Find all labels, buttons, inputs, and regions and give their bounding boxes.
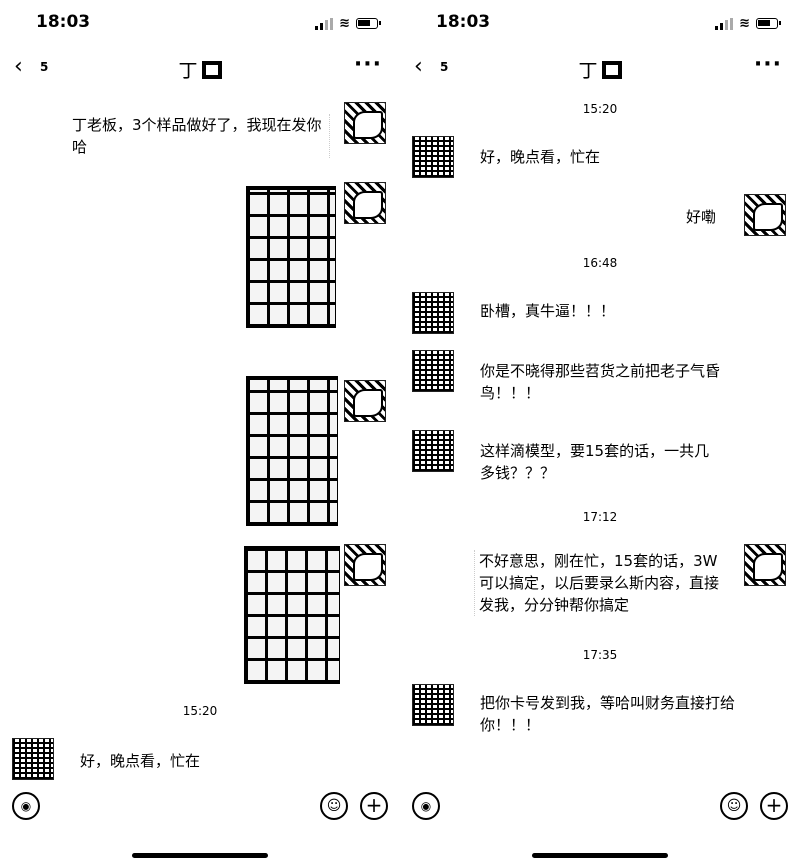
emoji-button[interactable]: ☺ xyxy=(720,792,748,820)
message-text: 这样滴模型，要15套的话，一共几多钱？？？ xyxy=(480,442,710,482)
avatar-me[interactable] xyxy=(344,102,386,144)
message-text: 好，晚点看，忙在 xyxy=(480,148,601,166)
image-message[interactable] xyxy=(244,546,340,684)
chat-title: 丁 xyxy=(400,56,800,83)
chat-screen-left: 18:03 ≋ ‹ 5 丁 ··· 丁老板，3个样品做好了，我现在发你哈 15:… xyxy=(0,0,400,866)
input-bar: ◉ ☺ + xyxy=(0,788,400,828)
avatar-contact[interactable] xyxy=(412,350,454,392)
avatar-contact[interactable] xyxy=(412,430,454,472)
chat-header: ‹ 5 丁 ··· xyxy=(400,48,800,88)
voice-button[interactable]: ◉ xyxy=(412,792,440,820)
home-indicator[interactable] xyxy=(132,853,268,858)
more-button[interactable]: ··· xyxy=(354,52,382,77)
status-icons: ≋ xyxy=(315,16,381,31)
message-timestamp: 15:20 xyxy=(182,704,218,718)
plus-button[interactable]: + xyxy=(760,792,788,820)
message-text: 丁老板，3个样品做好了，我现在发你哈 xyxy=(72,116,322,156)
message-timestamp: 15:20 xyxy=(582,102,618,116)
avatar-contact[interactable] xyxy=(412,684,454,726)
message-bubble-incoming: 好，晚点看，忙在 xyxy=(480,146,600,168)
message-text: 把你卡号发到我，等哈叫财务直接打给你！！！ xyxy=(480,694,736,734)
signal-icon xyxy=(315,17,334,30)
signal-icon xyxy=(715,17,734,30)
avatar-me[interactable] xyxy=(744,194,786,236)
avatar-me[interactable] xyxy=(744,544,786,586)
message-bubble-incoming: 卧槽，真牛逼！！！ xyxy=(480,300,615,322)
wifi-icon: ≋ xyxy=(339,16,350,31)
message-bubble-incoming: 这样滴模型，要15套的话，一共几多钱？？？ xyxy=(480,440,720,484)
message-text: 卧槽，真牛逼！！！ xyxy=(480,302,616,320)
avatar-me[interactable] xyxy=(344,544,386,586)
message-text: 你是不晓得那些苕货之前把老子气昏鸟！！！ xyxy=(480,362,721,402)
message-bubble-outgoing: 丁老板，3个样品做好了，我现在发你哈 xyxy=(72,114,330,158)
avatar-contact[interactable] xyxy=(412,136,454,178)
message-timestamp: 16:48 xyxy=(582,256,618,270)
message-bubble-incoming: 把你卡号发到我，等哈叫财务直接打给你！！！ xyxy=(480,692,738,736)
message-bubble-outgoing: 不好意思，刚在忙，15套的话，3W可以搞定，以后要录么斯内容，直接发我，分分钟帮… xyxy=(474,550,724,616)
more-button[interactable]: ··· xyxy=(754,52,782,77)
message-text: 好嘞 xyxy=(686,208,717,226)
avatar-me[interactable] xyxy=(344,380,386,422)
battery-icon xyxy=(356,18,381,29)
status-bar: 18:03 ≋ xyxy=(400,0,800,44)
home-indicator[interactable] xyxy=(532,853,668,858)
battery-icon xyxy=(756,18,781,29)
message-timestamp: 17:12 xyxy=(582,510,618,524)
avatar-contact[interactable] xyxy=(12,738,54,780)
status-icons: ≋ xyxy=(715,16,781,31)
emoji-button[interactable]: ☺ xyxy=(320,792,348,820)
input-bar: ◉ ☺ + xyxy=(400,788,800,828)
chat-title: 丁 xyxy=(0,56,400,83)
message-bubble-incoming: 好，晚点看，忙在 xyxy=(80,750,200,772)
message-bubble-incoming: 你是不晓得那些苕货之前把老子气昏鸟！！！ xyxy=(480,360,742,404)
message-timestamp: 17:35 xyxy=(582,648,618,662)
wifi-icon: ≋ xyxy=(739,16,750,31)
message-bubble-outgoing: 好嘞 xyxy=(686,206,716,228)
status-bar: 18:03 ≋ xyxy=(0,0,400,44)
title-redaction xyxy=(601,61,622,79)
chat-title-text: 丁 xyxy=(578,60,598,82)
avatar-contact[interactable] xyxy=(412,292,454,334)
message-text: 好，晚点看，忙在 xyxy=(80,752,201,770)
image-message[interactable] xyxy=(246,376,338,526)
image-message[interactable] xyxy=(246,186,336,328)
status-time: 18:03 xyxy=(36,12,91,32)
avatar-me[interactable] xyxy=(344,182,386,224)
chat-title-text: 丁 xyxy=(178,60,198,82)
chat-header: ‹ 5 丁 ··· xyxy=(0,48,400,88)
voice-button[interactable]: ◉ xyxy=(12,792,40,820)
plus-button[interactable]: + xyxy=(360,792,388,820)
message-text: 不好意思，刚在忙，15套的话，3W可以搞定，以后要录么斯内容，直接发我，分分钟帮… xyxy=(479,552,720,614)
title-redaction xyxy=(201,61,222,79)
chat-screen-right: 18:03 ≋ ‹ 5 丁 ··· 15:20 好，晚点看，忙在 好嘞 16:4… xyxy=(400,0,800,866)
status-time: 18:03 xyxy=(436,12,491,32)
